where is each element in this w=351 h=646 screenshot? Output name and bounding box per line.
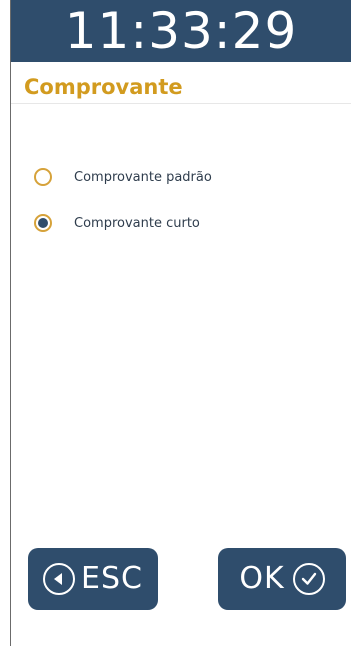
terminal-screen: 11:33:29 Comprovante Comprovante padrão … [0, 0, 351, 646]
checkmark-icon [292, 563, 325, 595]
title-divider [11, 103, 351, 104]
radio-option-curto[interactable]: Comprovante curto [34, 211, 200, 235]
esc-button[interactable]: ESC [28, 548, 158, 610]
radio-checked-icon[interactable] [34, 214, 52, 232]
left-border-divider [10, 0, 11, 646]
radio-unchecked-icon[interactable] [34, 168, 52, 186]
radio-option-padrao[interactable]: Comprovante padrão [34, 165, 212, 189]
screen-title: Comprovante [24, 75, 183, 99]
radio-label-curto: Comprovante curto [74, 215, 200, 231]
ok-button[interactable]: OK [218, 548, 346, 610]
back-arrow-icon [43, 563, 76, 595]
radio-selected-dot [38, 218, 48, 228]
esc-label: ESC [81, 561, 143, 596]
radio-label-padrao: Comprovante padrão [74, 169, 212, 185]
clock-display: 11:33:29 [11, 0, 351, 62]
ok-label: OK [239, 561, 285, 596]
